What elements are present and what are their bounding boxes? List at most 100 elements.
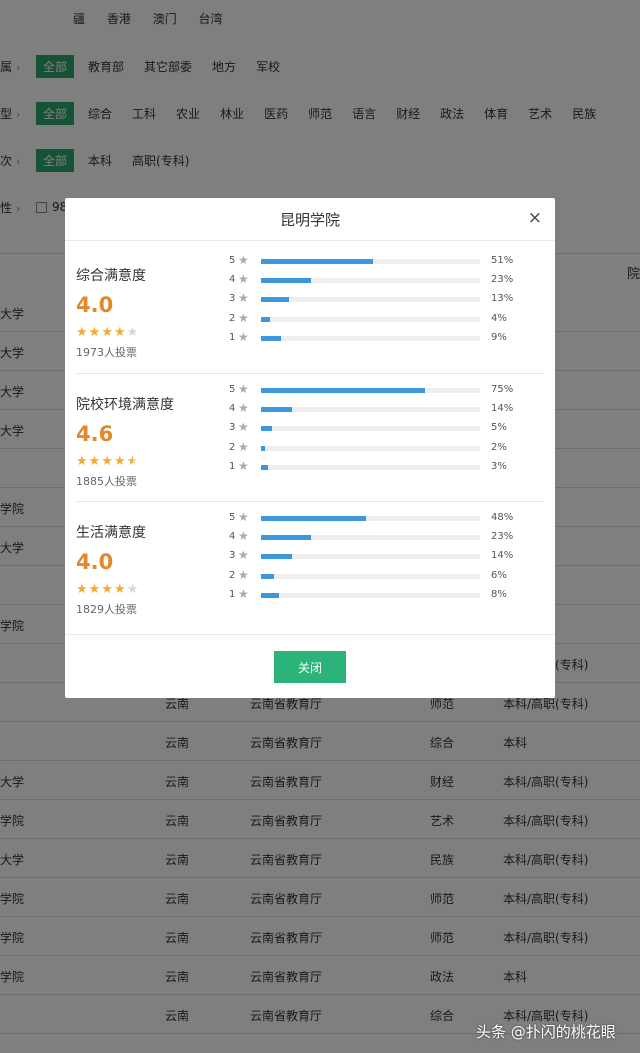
rating-bar-fill [261,573,274,579]
star-icon: ★ [76,325,89,340]
rating-section: 院校环境满意度 4.6 ★★★★★ 1885人投票 5 ★ 75% 4 ★ 14% 3 ★ 5% 2 ★ 2%… [76,372,544,500]
rating-bar-track [261,297,480,303]
rating-bar-row: 4 ★ 14% [229,400,544,419]
rating-bar-fill [261,388,425,393]
rating-bar-fill [261,445,265,451]
close-icon[interactable]: × [528,208,542,228]
rating-bar-fill [261,516,366,521]
rating-percent: 48% [491,512,514,523]
rating-bar-fill [261,316,270,322]
rating-percent: 14% [491,403,514,415]
rating-bar-track [261,335,480,341]
rating-percent: 4% [491,312,507,324]
star-icon: ★ [101,454,114,469]
star-icon: ★ [238,401,249,416]
star-icon: ★ [126,454,140,469]
rating-bar-track [261,516,480,521]
rating-percent: 14% [491,550,514,562]
rating-score: 4.0 [76,550,114,574]
star-level: 2 [229,312,236,324]
rating-percent: 23% [491,531,514,543]
rating-bar-track [261,554,480,560]
rating-bar-track [261,445,480,451]
rating-bar-track [261,278,480,284]
rating-bar-track [261,259,480,264]
star-level: 4 [229,531,236,543]
rating-section: 生活满意度 4.0 ★★★★★ 1829人投票 5 ★ 48% 4 ★ 23% 3 ★ 14% 2 ★ 6% 1… [76,500,544,628]
rating-score: 4.0 [76,293,114,317]
star-icon: ★ [238,420,249,435]
rating-bar-track [261,535,480,541]
rating-bar-row: 2 ★ 4% [229,310,544,329]
rating-bar-row: 5 ★ 75% [229,381,544,400]
rating-percent: 6% [491,569,507,581]
star-level: 4 [229,274,236,286]
modal-title: 昆明学院 [279,211,340,229]
star-icon: ★ [238,310,249,325]
star-icon: ★ [238,439,249,454]
star-icon: ★ [88,582,102,597]
star-level: 1 [229,588,236,600]
star-icon: ★ [126,582,140,597]
star-level: 5 [229,255,236,266]
vote-count: 1829人投票 [76,603,137,616]
rating-bar-fill [261,278,311,284]
star-icon: ★ [238,510,249,524]
star-level: 3 [229,422,236,434]
star-icon: ★ [238,458,249,473]
star-level: 4 [229,403,236,415]
star-level: 3 [229,293,236,305]
rating-bar-fill [261,554,292,560]
rating-percent: 9% [491,331,507,343]
star-icon: ★ [238,253,249,267]
rating-bar-fill [261,592,279,598]
modal-header: 昆明学院 × [65,198,555,241]
rating-bar-row: 1 ★ 3% [229,458,544,477]
rating-bar-row: 1 ★ 8% [229,586,544,605]
rating-percent: 5% [491,422,507,434]
star-level: 2 [229,441,236,453]
rating-label: 生活满意度 [76,525,146,541]
rating-bar-row: 5 ★ 48% [229,509,544,528]
rating-bar-row: 5 ★ 51% [229,252,544,271]
rating-stars: ★★★★★ [76,325,228,340]
watermark: 头条 @扑闪的桃花眼 [476,1023,616,1041]
star-icon: ★ [101,325,114,340]
rating-bar-row: 4 ★ 23% [229,271,544,290]
star-icon: ★ [113,325,127,340]
rating-stars: ★★★★★ [76,582,228,597]
rating-bar-fill [261,464,268,470]
star-level: 1 [229,460,236,472]
star-level: 5 [229,384,236,395]
rating-bar-row: 1 ★ 9% [229,329,544,348]
star-level: 3 [229,550,236,562]
star-icon: ★ [238,529,249,544]
rating-bar-fill [261,335,281,341]
rating-percent: 2% [491,441,507,453]
rating-bar-track [261,573,480,579]
rating-bar-row: 2 ★ 2% [229,439,544,458]
modal-footer-divider [65,634,555,635]
rating-bar-row: 3 ★ 13% [229,290,544,309]
rating-bar-row: 3 ★ 5% [229,419,544,438]
rating-bar-fill [261,297,289,303]
star-icon: ★ [238,272,249,287]
rating-bar-fill [261,426,272,432]
rating-section: 综合满意度 4.0 ★★★★★ 1973人投票 5 ★ 51% 4 ★ 23% 3 ★ 13% 2 ★ 4% 1… [76,243,544,371]
rating-bar-row: 2 ★ 6% [229,567,544,586]
rating-bar-track [261,464,480,470]
rating-score: 4.6 [76,422,114,446]
rating-bar-track [261,407,480,413]
rating-label: 综合满意度 [76,268,146,284]
star-icon: ★ [113,582,127,597]
close-button[interactable]: 关闭 [274,651,346,683]
rating-bar-fill [261,535,311,541]
star-icon: ★ [238,567,249,582]
rating-modal: 昆明学院 × 综合满意度 4.0 ★★★★★ 1973人投票 5 ★ 51% 4 ★ 23% 3 ★ 1… [65,198,555,698]
rating-bar-track [261,388,480,393]
rating-percent: 51% [491,255,514,266]
rating-bar-fill [261,259,373,264]
star-icon: ★ [101,582,114,597]
star-icon: ★ [76,582,89,597]
vote-count: 1973人投票 [76,346,137,359]
